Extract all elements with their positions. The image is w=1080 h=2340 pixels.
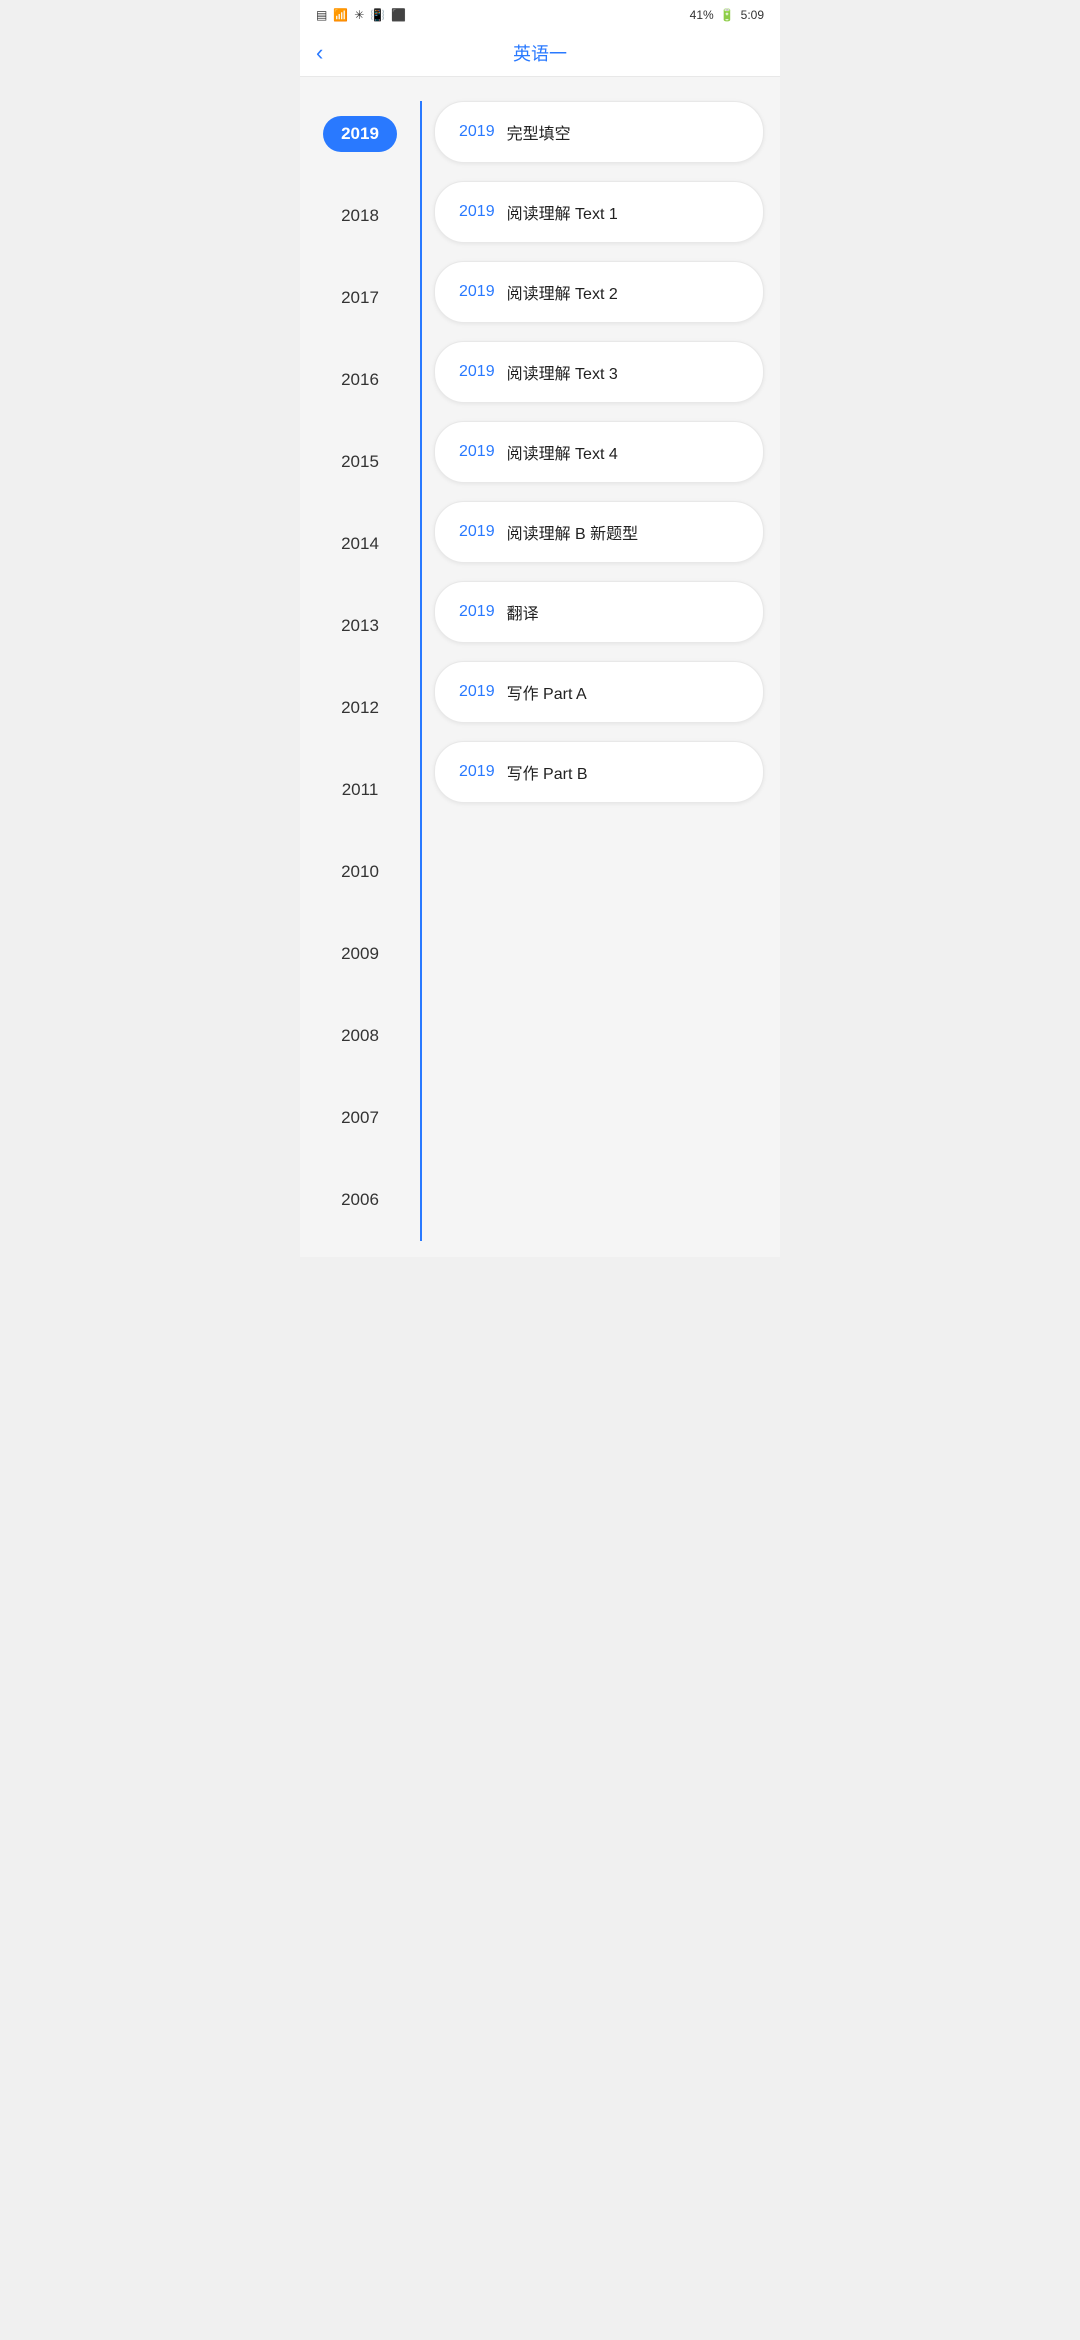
year-item-2011[interactable]: 2011 — [300, 749, 420, 831]
year-item-2012[interactable]: 2012 — [300, 667, 420, 749]
year-item-2007[interactable]: 2007 — [300, 1077, 420, 1159]
topic-item[interactable]: 2019 写作 Part B — [434, 741, 764, 803]
topic-item[interactable]: 2019 阅读理解 B 新题型 — [434, 501, 764, 563]
topic-item[interactable]: 2019 阅读理解 Text 1 — [434, 181, 764, 243]
year-label: 2014 — [341, 534, 379, 554]
year-label: 2011 — [342, 780, 379, 800]
year-label: 2008 — [341, 1026, 379, 1046]
topic-item[interactable]: 2019 阅读理解 Text 3 — [434, 341, 764, 403]
year-item-2015[interactable]: 2015 — [300, 421, 420, 503]
topic-name: 阅读理解 B 新题型 — [507, 520, 639, 544]
topic-item[interactable]: 2019 写作 Part A — [434, 661, 764, 723]
year-label: 2010 — [341, 862, 379, 882]
status-icons: ▤ 📶 ✳ 📳 ⬛ — [316, 8, 406, 22]
year-label: 2009 — [341, 944, 379, 964]
time-text: 5:09 — [741, 8, 764, 22]
year-item-2009[interactable]: 2009 — [300, 913, 420, 995]
year-list: 2019 2018 2017 2016 2015 2014 2013 2012 2011 2010… — [300, 93, 420, 1241]
year-label: 2018 — [341, 206, 379, 226]
topic-name: 写作 Part A — [507, 680, 587, 704]
topic-year: 2019 — [459, 603, 495, 621]
topic-year: 2019 — [459, 123, 495, 141]
bluetooth-icon: ✳ — [354, 8, 364, 22]
year-badge: 2019 — [323, 116, 397, 152]
sim-icon: ▤ — [316, 8, 327, 22]
topic-year: 2019 — [459, 683, 495, 701]
status-info: 41% 🔋 5:09 — [690, 8, 764, 22]
year-label: 2006 — [341, 1190, 379, 1210]
topic-year: 2019 — [459, 363, 495, 381]
vibrate-icon: 📳 — [370, 8, 385, 22]
topic-list: 2019 完型填空 2019 阅读理解 Text 1 2019 阅读理解 Tex… — [422, 93, 780, 1241]
topic-name: 写作 Part B — [507, 760, 588, 784]
year-label: 2016 — [341, 370, 379, 390]
year-label: 2017 — [341, 288, 379, 308]
topic-year: 2019 — [459, 763, 495, 781]
year-item-2016[interactable]: 2016 — [300, 339, 420, 421]
year-label: 2013 — [341, 616, 379, 636]
page-title: 英语一 — [513, 40, 567, 66]
topic-item[interactable]: 2019 阅读理解 Text 4 — [434, 421, 764, 483]
year-item-2010[interactable]: 2010 — [300, 831, 420, 913]
topic-year: 2019 — [459, 203, 495, 221]
topic-name: 阅读理解 Text 3 — [507, 360, 618, 384]
topic-name: 阅读理解 Text 2 — [507, 280, 618, 304]
main-content: 2019 2018 2017 2016 2015 2014 2013 2012 2011 2010… — [300, 77, 780, 1257]
status-bar: ▤ 📶 ✳ 📳 ⬛ 41% 🔋 5:09 — [300, 0, 780, 30]
topic-year: 2019 — [459, 523, 495, 541]
year-item-2017[interactable]: 2017 — [300, 257, 420, 339]
nav-bar: ‹ 英语一 — [300, 30, 780, 77]
topic-year: 2019 — [459, 283, 495, 301]
year-item-2018[interactable]: 2018 — [300, 175, 420, 257]
back-button[interactable]: ‹ — [316, 42, 323, 64]
year-item-2014[interactable]: 2014 — [300, 503, 420, 585]
topic-name: 翻译 — [507, 600, 539, 624]
topic-item[interactable]: 2019 阅读理解 Text 2 — [434, 261, 764, 323]
topic-name: 阅读理解 Text 4 — [507, 440, 618, 464]
year-label: 2015 — [341, 452, 379, 472]
year-item-2013[interactable]: 2013 — [300, 585, 420, 667]
year-item-2008[interactable]: 2008 — [300, 995, 420, 1077]
topic-name: 阅读理解 Text 1 — [507, 200, 618, 224]
year-item-2006[interactable]: 2006 — [300, 1159, 420, 1241]
battery-icon: 🔋 — [720, 8, 735, 22]
year-label: 2007 — [341, 1108, 379, 1128]
year-label: 2012 — [341, 698, 379, 718]
topic-item[interactable]: 2019 完型填空 — [434, 101, 764, 163]
year-item-2019[interactable]: 2019 — [300, 93, 420, 175]
topic-name: 完型填空 — [507, 120, 571, 144]
wifi-icon: 📶 — [333, 8, 348, 22]
record-icon: ⬛ — [391, 8, 406, 22]
topic-item[interactable]: 2019 翻译 — [434, 581, 764, 643]
topic-year: 2019 — [459, 443, 495, 461]
battery-text: 41% — [690, 8, 714, 22]
